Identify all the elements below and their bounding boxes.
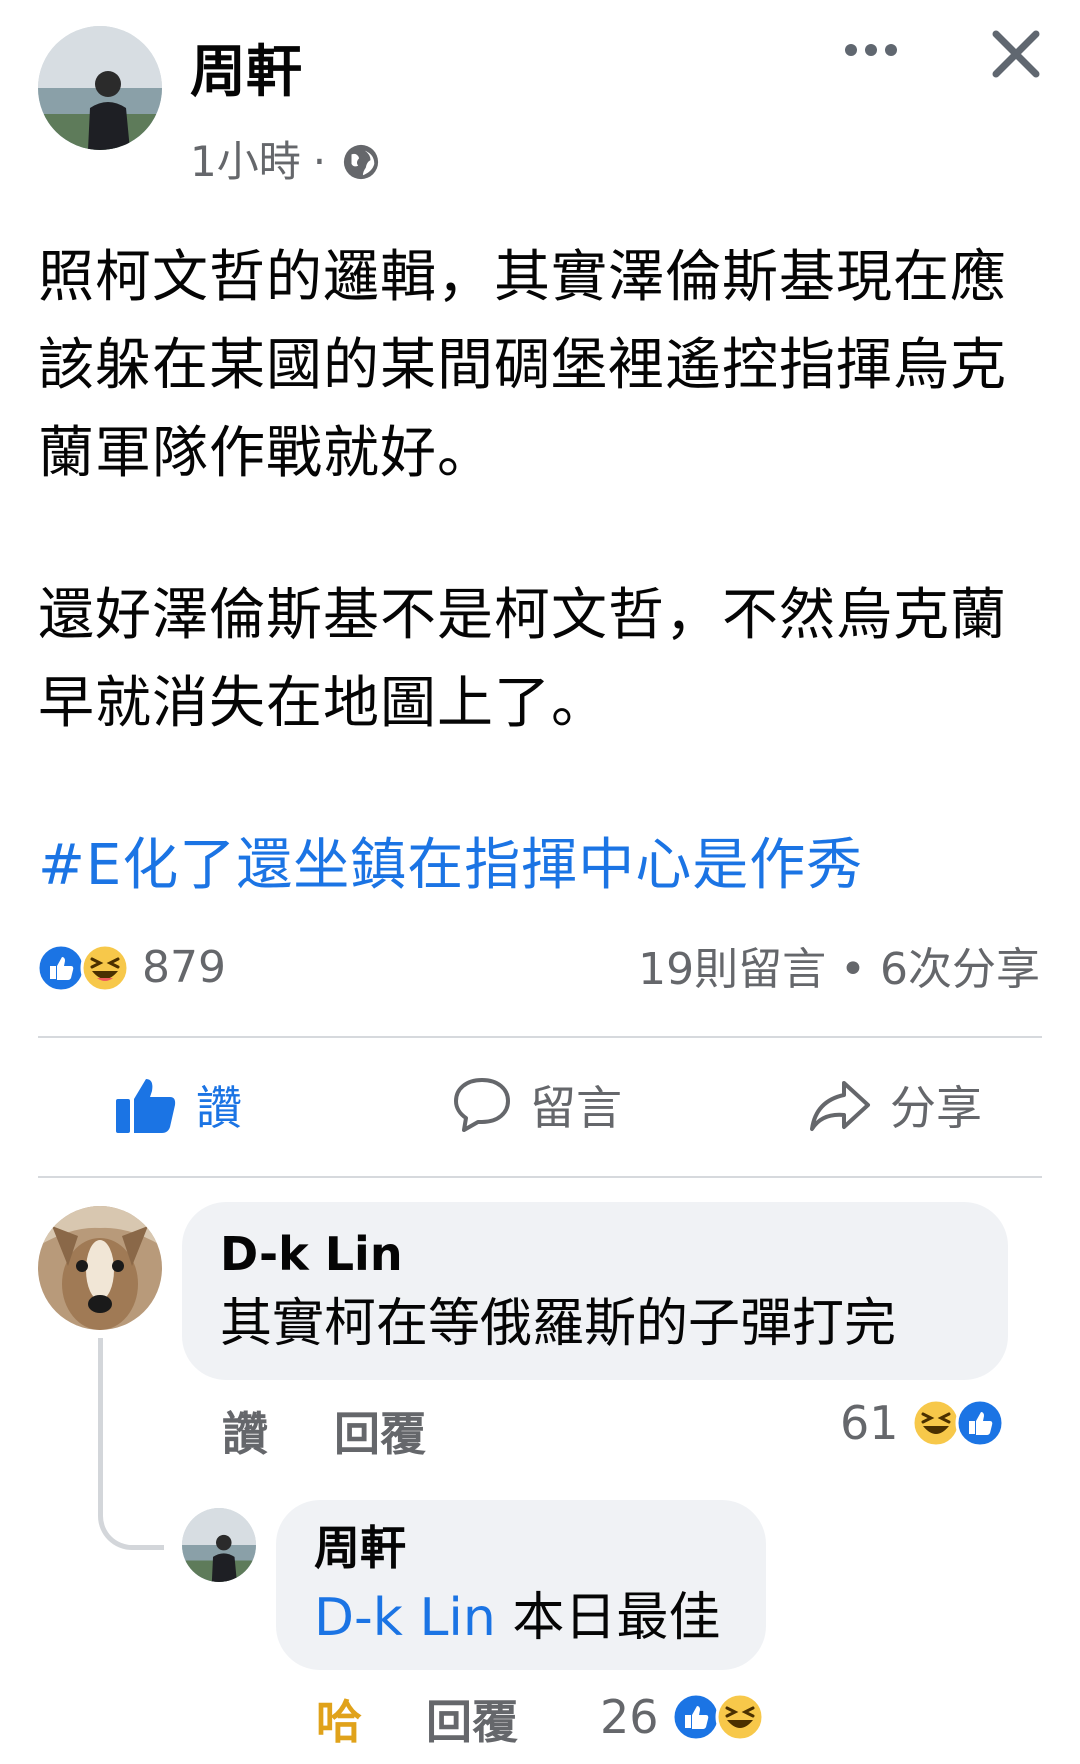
reply-author-avatar[interactable] — [182, 1508, 256, 1582]
close-icon — [992, 30, 1040, 78]
post-hashtag-link[interactable]: #E化了還坐鎮在指揮中心是作秀 — [38, 822, 863, 910]
meta-separator: · — [312, 137, 327, 186]
more-icon — [845, 44, 897, 56]
reply-bubble[interactable]: 周軒 D-k Lin 本日最佳 — [276, 1500, 766, 1670]
share-button[interactable]: 分享 — [808, 1072, 982, 1138]
comment-reply-button[interactable]: 回覆 — [334, 1398, 426, 1464]
like-reaction-icon — [955, 1398, 1005, 1448]
like-reaction-icon — [36, 943, 86, 992]
comment-label: 留言 — [530, 1081, 622, 1135]
post-paragraph-2: 還好澤倫斯基不是柯文哲，不然烏克蘭早就消失在地圖上了。 — [38, 583, 1007, 736]
reply-reaction-count: 26 — [600, 1690, 659, 1744]
reply-reactions[interactable]: 26 — [600, 1690, 765, 1744]
haha-reaction-icon — [80, 943, 130, 992]
reply-mention-link[interactable]: D-k Lin — [314, 1588, 496, 1648]
author-avatar[interactable] — [38, 26, 162, 150]
haha-reaction-icon — [715, 1692, 765, 1742]
like-reaction-icon — [671, 1692, 721, 1742]
reply-body: 本日最佳 — [512, 1588, 721, 1648]
comment-reactions[interactable]: 61 — [840, 1396, 1005, 1450]
reaction-count: 879 — [142, 942, 226, 993]
post-time[interactable]: 1小時 — [190, 136, 301, 188]
reply-reaction-button[interactable]: 哈 — [316, 1686, 362, 1752]
comment-text: 其實柯在等俄羅斯的子彈打完 — [220, 1294, 897, 1354]
post-paragraph-1: 照柯文哲的邏輯，其實澤倫斯基現在應該躲在某國的某間碉堡裡遙控指揮烏克蘭軍隊作戰就… — [38, 245, 1007, 486]
reply-thread-line — [98, 1338, 164, 1550]
divider-bottom — [38, 1176, 1042, 1178]
like-icon — [116, 1079, 176, 1133]
comment-reaction-count: 61 — [840, 1396, 899, 1450]
post-author-name[interactable]: 周軒 — [190, 38, 302, 108]
reaction-summary[interactable]: 879 — [36, 942, 226, 993]
reply-author-name[interactable]: 周軒 — [314, 1518, 728, 1578]
reply-reply-button[interactable]: 回覆 — [426, 1686, 518, 1752]
commenter-avatar[interactable] — [38, 1206, 162, 1330]
reply-actions: 哈 回覆 — [316, 1686, 518, 1752]
haha-reaction-icon — [911, 1398, 961, 1448]
reply-text: D-k Lin 本日最佳 — [314, 1582, 728, 1654]
share-label: 分享 — [890, 1081, 982, 1135]
comment-icon — [454, 1078, 510, 1132]
close-button[interactable] — [988, 26, 1044, 82]
comment-actions: 讚 回覆 — [222, 1398, 426, 1464]
more-options-button[interactable] — [842, 30, 900, 70]
comment-share-stats[interactable]: 19則留言 • 6次分享 — [638, 942, 1040, 998]
divider-top — [38, 1036, 1042, 1038]
globe-icon — [343, 144, 379, 180]
post-meta: 1小時 · — [190, 136, 380, 188]
comment-like-button[interactable]: 讚 — [222, 1398, 268, 1464]
like-label: 讚 — [196, 1081, 242, 1135]
commenter-name[interactable]: D-k Lin — [220, 1224, 970, 1284]
like-button[interactable]: 讚 — [114, 1072, 242, 1138]
share-icon — [810, 1081, 870, 1131]
comment-bubble[interactable]: D-k Lin 其實柯在等俄羅斯的子彈打完 — [182, 1202, 1008, 1380]
comment-button[interactable]: 留言 — [452, 1072, 622, 1138]
